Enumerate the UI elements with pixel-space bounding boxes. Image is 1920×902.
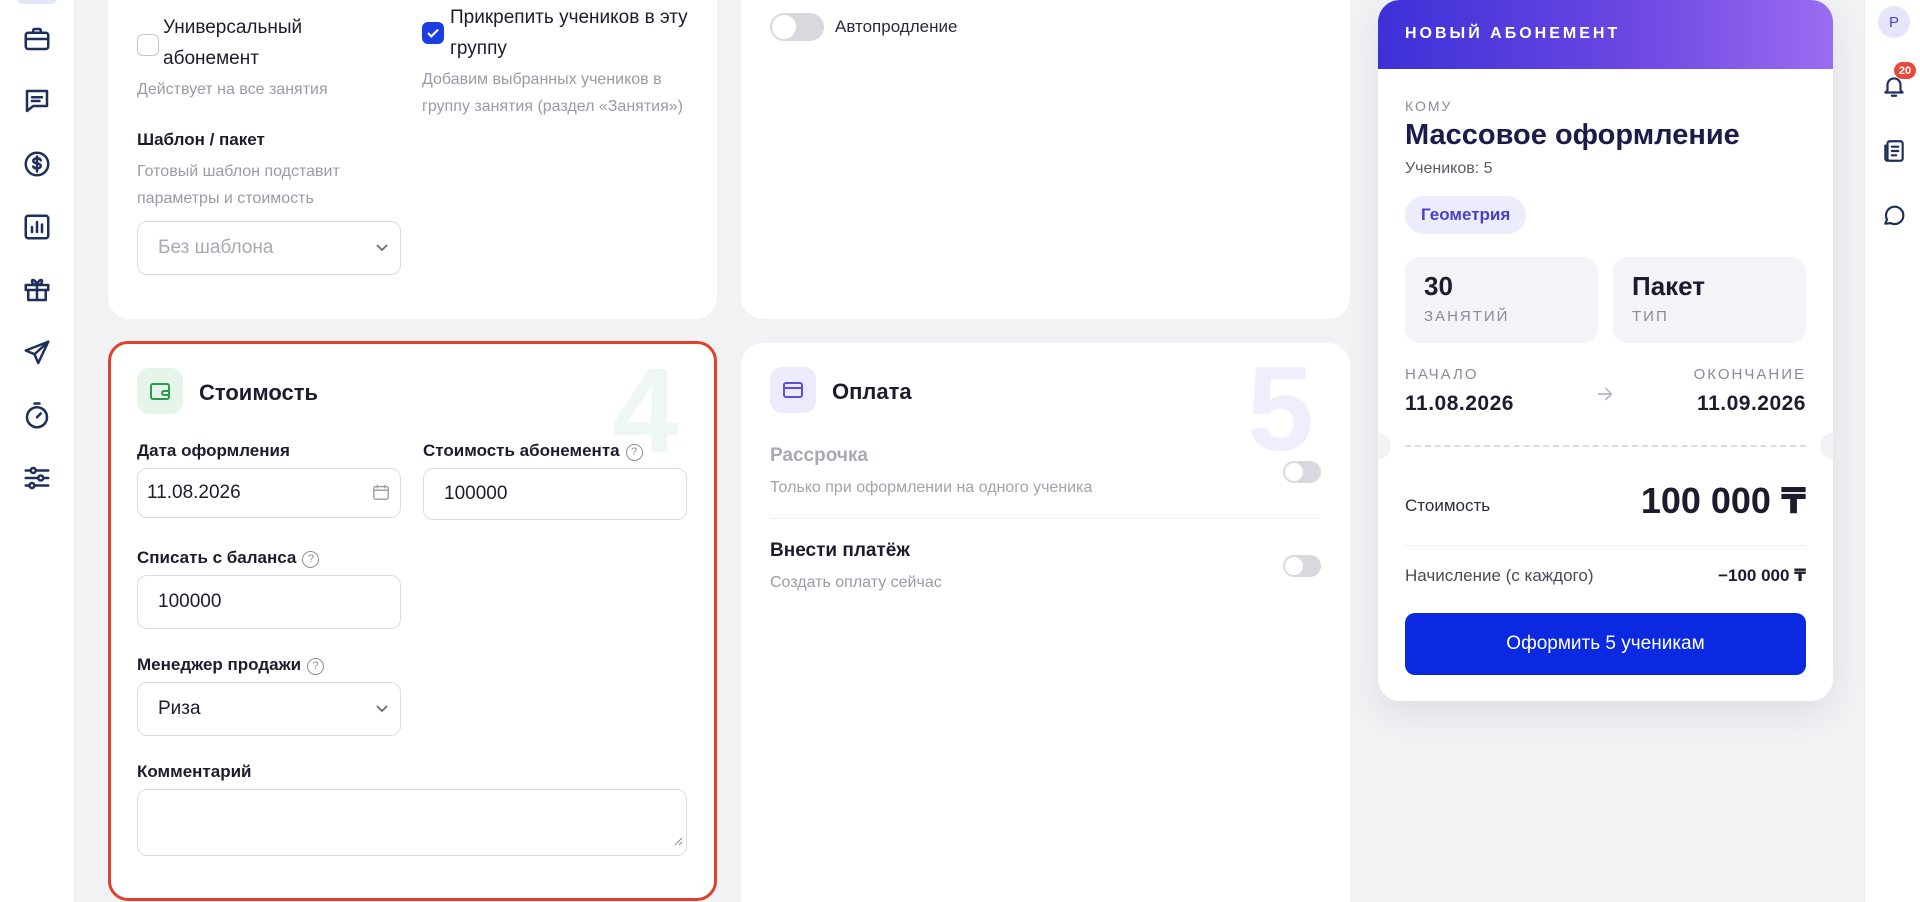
lessons-caption: ЗАНЯТИЙ bbox=[1424, 308, 1510, 325]
avatar[interactable]: Р bbox=[1878, 6, 1910, 38]
universal-hint: Действует на все занятия bbox=[137, 81, 328, 98]
type-stat: Пакет ТИП bbox=[1613, 257, 1806, 343]
attach-group-label: Прикрепить учеников в эту группу bbox=[450, 7, 688, 59]
type-value: Пакет bbox=[1632, 271, 1706, 301]
divider bbox=[770, 518, 1320, 519]
type-caption: ТИП bbox=[1632, 308, 1669, 325]
ticket-perforation bbox=[1405, 445, 1806, 447]
ticket-notch-right bbox=[1820, 433, 1833, 459]
charge-value: −100 000 ₸ bbox=[1718, 566, 1806, 585]
universal-label: Универсальный абонемент bbox=[163, 17, 303, 69]
balance-label: Списать с баланса? bbox=[137, 548, 320, 568]
left-sidebar bbox=[0, 0, 75, 902]
lessons-stat: 30 ЗАНЯТИЙ bbox=[1405, 257, 1598, 343]
start-caption: НАЧАЛО bbox=[1405, 366, 1479, 383]
balance-label-text: Списать с баланса bbox=[137, 548, 297, 567]
end-caption: ОКОНЧАНИЕ bbox=[1693, 366, 1806, 383]
date-value: 11.08.2026 bbox=[147, 482, 241, 503]
manager-value: Риза bbox=[158, 698, 201, 719]
template-label: Шаблон / пакет bbox=[137, 130, 265, 149]
comment-label: Комментарий bbox=[137, 762, 252, 781]
universal-checkbox[interactable] bbox=[137, 34, 159, 56]
submit-button[interactable]: Оформить 5 ученикам bbox=[1405, 613, 1806, 675]
help-icon[interactable]: ? bbox=[625, 444, 643, 461]
chevron-down-icon bbox=[374, 239, 390, 255]
credit-card-icon bbox=[770, 367, 816, 413]
chat-list-icon[interactable] bbox=[20, 84, 54, 118]
price-input[interactable]: 100000 bbox=[423, 468, 687, 520]
recipient-name: Массовое оформление bbox=[1405, 119, 1740, 151]
resize-handle-icon[interactable] bbox=[673, 830, 683, 852]
payment-title: Оплата bbox=[832, 379, 912, 404]
manager-label-text: Менеджер продажи bbox=[137, 655, 302, 674]
calendar-icon[interactable] bbox=[372, 483, 390, 507]
chevron-down-icon bbox=[374, 700, 390, 716]
manager-select[interactable]: Риза bbox=[137, 682, 401, 736]
date-input[interactable]: 11.08.2026 bbox=[137, 468, 401, 518]
template-select[interactable]: Без шаблона bbox=[137, 221, 401, 275]
pay-hint: Создать оплату сейчас bbox=[770, 574, 942, 591]
pay-title: Внести платёж bbox=[770, 540, 910, 561]
arrow-right-icon bbox=[1594, 383, 1616, 410]
summary-header-title: НОВЫЙ АБОНЕМЕНТ bbox=[1405, 25, 1621, 42]
to-caption: КОМУ bbox=[1405, 98, 1453, 114]
sliders-icon[interactable] bbox=[20, 461, 54, 495]
help-icon[interactable]: ? bbox=[307, 658, 325, 675]
comment-textarea[interactable] bbox=[137, 789, 687, 856]
send-icon[interactable] bbox=[20, 336, 54, 370]
balance-input[interactable]: 100000 bbox=[137, 575, 401, 629]
attach-group-hint: Добавим выбранных учеников в группу заня… bbox=[422, 71, 683, 115]
briefcase-icon[interactable] bbox=[20, 22, 54, 56]
summary-card: НОВЫЙ АБОНЕМЕНТ КОМУ Массовое оформление… bbox=[1378, 0, 1833, 701]
template-hint: Готовый шаблон подставит параметры и сто… bbox=[137, 163, 340, 207]
pay-now-toggle[interactable] bbox=[1283, 555, 1321, 577]
summary-header: НОВЫЙ АБОНЕМЕНТ bbox=[1378, 0, 1833, 69]
manager-label: Менеджер продажи? bbox=[137, 655, 325, 675]
start-date: 11.08.2026 bbox=[1405, 392, 1514, 415]
price-value: 100000 bbox=[444, 483, 508, 504]
options-card: Универсальный абонемент Действует на все… bbox=[108, 0, 717, 319]
balance-value: 100000 bbox=[158, 591, 222, 612]
chat-bubble-icon[interactable] bbox=[1880, 201, 1908, 229]
price-label: Стоимость абонемента? bbox=[423, 441, 643, 461]
date-label: Дата оформления bbox=[137, 441, 290, 460]
section-number: 5 bbox=[1247, 342, 1314, 476]
installment-toggle[interactable] bbox=[1283, 461, 1321, 483]
students-count: Учеников: 5 bbox=[1405, 160, 1493, 177]
help-icon[interactable]: ? bbox=[302, 551, 320, 568]
gift-icon[interactable] bbox=[20, 273, 54, 307]
autorenew-toggle[interactable] bbox=[770, 13, 824, 41]
lessons-value: 30 bbox=[1424, 271, 1453, 301]
timer-icon[interactable] bbox=[20, 399, 54, 433]
divider bbox=[1405, 545, 1806, 546]
autorenew-card: Автопродление bbox=[741, 0, 1350, 319]
cost-label: Стоимость bbox=[1405, 496, 1491, 515]
right-rail: Р bbox=[1864, 0, 1920, 902]
wallet-icon bbox=[137, 368, 183, 414]
installment-title: Рассрочка bbox=[770, 445, 868, 466]
bar-chart-icon[interactable] bbox=[20, 210, 54, 244]
active-indicator bbox=[18, 0, 56, 4]
template-select-value: Без шаблона bbox=[158, 237, 274, 258]
dollar-icon[interactable] bbox=[20, 147, 54, 181]
payment-section: 5 Оплата Рассрочка Только при оформлении… bbox=[741, 343, 1350, 902]
end-date: 11.09.2026 bbox=[1697, 392, 1806, 415]
autorenew-label: Автопродление bbox=[835, 17, 958, 36]
price-label-text: Стоимость абонемента bbox=[423, 441, 620, 460]
installment-hint: Только при оформлении на одного ученика bbox=[770, 479, 1093, 496]
attach-group-checkbox[interactable] bbox=[422, 22, 444, 44]
news-icon[interactable] bbox=[1880, 137, 1908, 165]
notification-badge: 20 bbox=[1894, 62, 1916, 79]
cost-title: Стоимость bbox=[199, 380, 319, 405]
cost-section: 4 Стоимость Дата оформления 11.08.2026 С… bbox=[108, 341, 717, 901]
check-icon bbox=[427, 28, 439, 38]
subject-tag: Геометрия bbox=[1405, 196, 1527, 234]
ticket-notch-left bbox=[1378, 433, 1391, 459]
charge-label: Начисление (с каждого) bbox=[1405, 566, 1594, 585]
cost-value: 100 000 ₸ bbox=[1640, 480, 1806, 521]
